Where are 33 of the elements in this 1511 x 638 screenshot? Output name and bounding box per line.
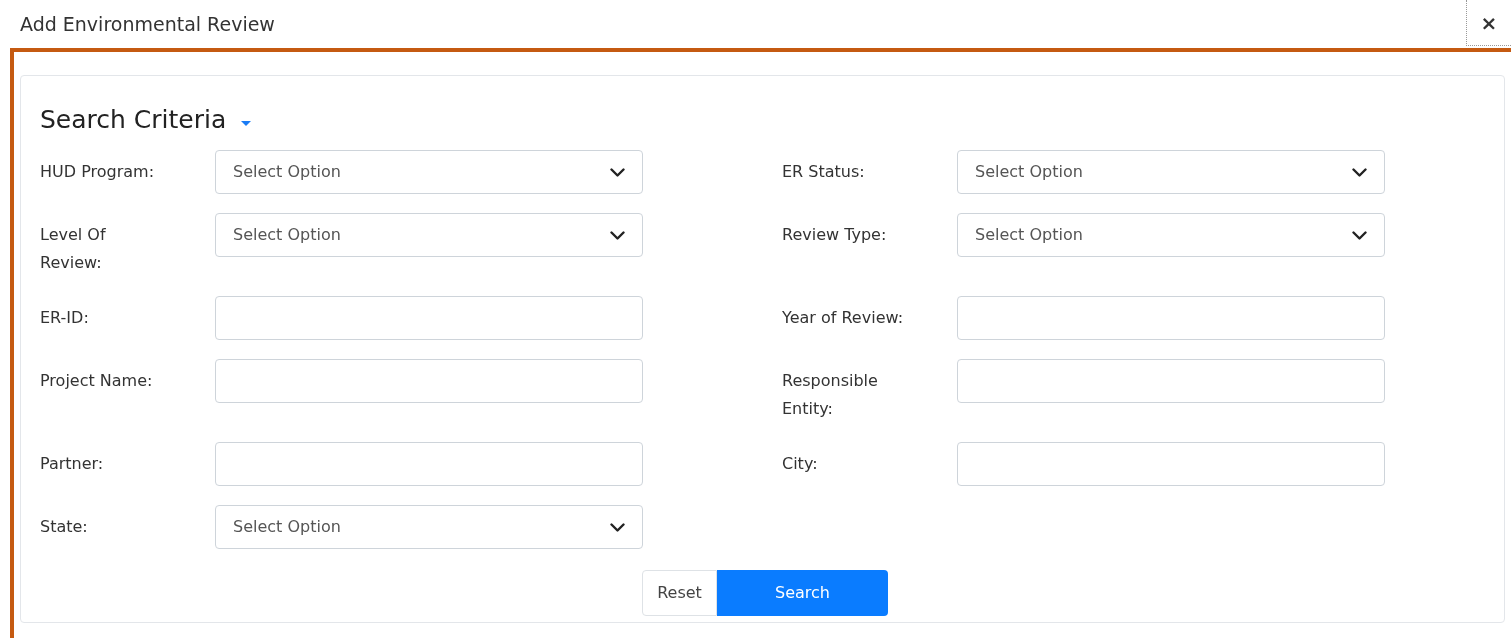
field-label: Level Of Review:: [40, 224, 107, 274]
input-field[interactable]: [957, 359, 1385, 403]
field-label: Partner:: [40, 453, 105, 475]
chevron-down-icon: [1352, 230, 1367, 240]
input-field[interactable]: [215, 359, 643, 403]
search-button[interactable]: Search: [717, 570, 888, 616]
field-label: HUD Program:: [40, 161, 156, 183]
select-field[interactable]: Select Option: [957, 213, 1385, 257]
select-field[interactable]: Select Option: [215, 213, 643, 257]
select-field[interactable]: Select Option: [957, 150, 1385, 194]
input-field[interactable]: [215, 296, 643, 340]
caret-icon[interactable]: [240, 119, 253, 127]
field-label: State:: [40, 516, 89, 538]
chevron-down-icon: [1352, 167, 1367, 177]
input-field[interactable]: [957, 296, 1385, 340]
close-button[interactable]: ×: [1466, 0, 1511, 46]
field-label: ER-ID:: [40, 307, 90, 329]
section-title: Search Criteria: [40, 104, 227, 137]
field-label: Project Name:: [40, 370, 154, 392]
field-label: Review Type:: [782, 224, 888, 246]
field-label: Responsible Entity:: [782, 370, 879, 420]
chevron-down-icon: [610, 230, 625, 240]
reset-button[interactable]: Reset: [642, 570, 717, 616]
field-label: Year of Review:: [782, 307, 905, 329]
chevron-down-icon: [610, 522, 625, 532]
input-field[interactable]: [215, 442, 643, 486]
input-field[interactable]: [957, 442, 1385, 486]
select-field[interactable]: Select Option: [215, 150, 643, 194]
field-label: ER Status:: [782, 161, 866, 183]
window-title: Add Environmental Review: [20, 11, 275, 37]
chevron-down-icon: [610, 167, 625, 177]
field-label: City:: [782, 453, 819, 475]
select-field[interactable]: Select Option: [215, 505, 643, 549]
